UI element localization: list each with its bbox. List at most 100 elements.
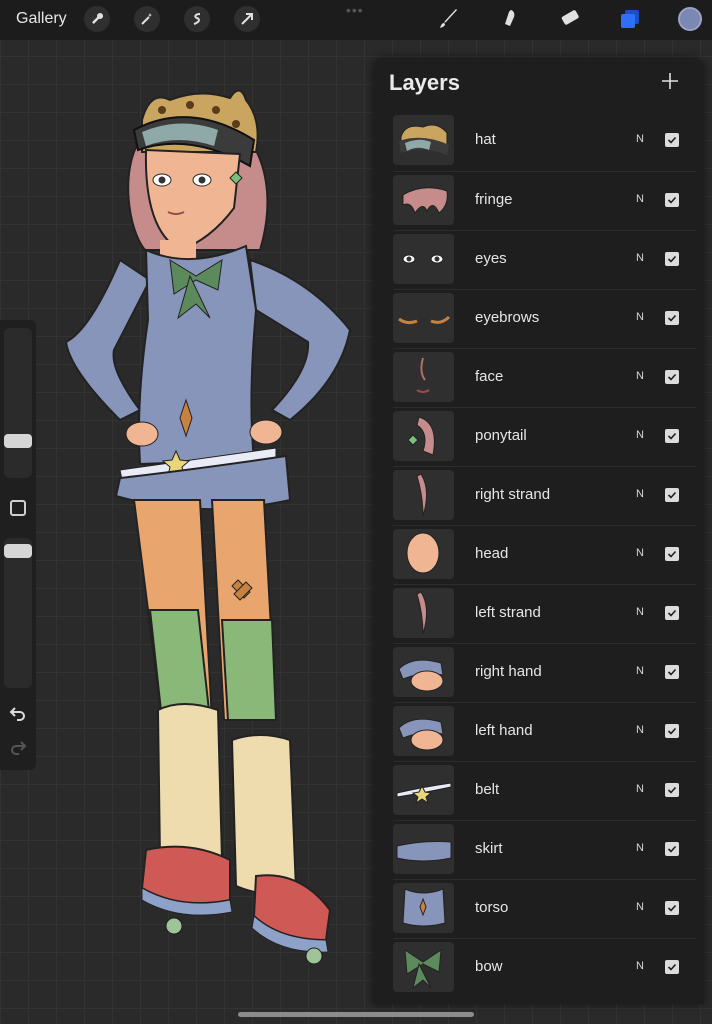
modifier-button[interactable] bbox=[10, 500, 26, 516]
layer-thumbnail[interactable] bbox=[393, 234, 454, 284]
layers-icon[interactable] bbox=[617, 6, 643, 32]
layer-thumbnail[interactable] bbox=[393, 942, 454, 992]
layer-thumbnail[interactable] bbox=[393, 175, 454, 225]
visibility-checkbox[interactable] bbox=[665, 960, 679, 974]
layer-name: left hand bbox=[475, 722, 533, 739]
layer-thumbnail[interactable] bbox=[393, 647, 454, 697]
check-icon bbox=[667, 609, 677, 617]
blend-mode-button[interactable]: N bbox=[636, 193, 644, 205]
layers-panel: Layers hat N fringe Neyes N eyebrows Nface Npon… bbox=[373, 58, 704, 1004]
opacity-slider[interactable] bbox=[4, 538, 32, 688]
layer-row[interactable]: belt N bbox=[393, 761, 696, 820]
layer-row[interactable]: eyes N bbox=[393, 230, 696, 289]
check-icon bbox=[667, 845, 677, 853]
visibility-checkbox[interactable] bbox=[665, 488, 679, 502]
brush-size-handle[interactable] bbox=[4, 434, 32, 448]
check-icon bbox=[667, 550, 677, 558]
blend-mode-button[interactable]: N bbox=[636, 311, 644, 323]
blend-mode-button[interactable]: N bbox=[636, 724, 644, 736]
layer-name: head bbox=[475, 545, 509, 562]
layer-row[interactable]: right hand N bbox=[393, 643, 696, 702]
visibility-checkbox[interactable] bbox=[665, 311, 679, 325]
opacity-handle[interactable] bbox=[4, 544, 32, 558]
magic-wand-icon[interactable] bbox=[134, 6, 160, 32]
visibility-checkbox[interactable] bbox=[665, 783, 679, 797]
smudge-icon[interactable] bbox=[496, 6, 522, 32]
layer-row[interactable]: eyebrows N bbox=[393, 289, 696, 348]
layer-thumbnail[interactable] bbox=[393, 352, 454, 402]
blend-mode-button[interactable]: N bbox=[636, 901, 644, 913]
gallery-button[interactable]: Gallery bbox=[16, 10, 67, 28]
check-icon bbox=[667, 432, 677, 440]
layer-thumbnail[interactable] bbox=[393, 529, 454, 579]
transform-arrow-icon[interactable] bbox=[234, 6, 260, 32]
layer-thumbnail[interactable] bbox=[393, 824, 454, 874]
layer-row[interactable]: ponytail N bbox=[393, 407, 696, 466]
visibility-checkbox[interactable] bbox=[665, 547, 679, 561]
undo-icon[interactable] bbox=[9, 704, 27, 722]
layer-row[interactable]: right strand N bbox=[393, 466, 696, 525]
eraser-icon[interactable] bbox=[556, 6, 582, 32]
check-icon bbox=[667, 314, 677, 322]
layer-row[interactable]: hat N bbox=[393, 112, 696, 171]
top-toolbar: Gallery ••• bbox=[0, 0, 712, 40]
more-dots-icon[interactable]: ••• bbox=[346, 2, 364, 18]
blend-mode-button[interactable]: N bbox=[636, 133, 644, 145]
visibility-checkbox[interactable] bbox=[665, 133, 679, 147]
visibility-checkbox[interactable] bbox=[665, 665, 679, 679]
brush-icon[interactable] bbox=[436, 6, 462, 32]
layer-row[interactable]: left strand N bbox=[393, 584, 696, 643]
layer-thumbnail[interactable] bbox=[393, 411, 454, 461]
layer-row[interactable]: head N bbox=[393, 525, 696, 584]
visibility-checkbox[interactable] bbox=[665, 429, 679, 443]
layer-name: eyebrows bbox=[475, 309, 540, 326]
blend-mode-button[interactable]: N bbox=[636, 547, 644, 559]
layer-row[interactable]: bow N bbox=[393, 938, 696, 997]
visibility-checkbox[interactable] bbox=[665, 193, 679, 207]
layer-row[interactable]: skirt N bbox=[393, 820, 696, 879]
check-icon bbox=[667, 196, 677, 204]
layer-row[interactable]: face N bbox=[393, 348, 696, 407]
visibility-checkbox[interactable] bbox=[665, 252, 679, 266]
layer-row[interactable]: torso N bbox=[393, 879, 696, 938]
blend-mode-button[interactable]: N bbox=[636, 606, 644, 618]
layer-name: fringe bbox=[475, 191, 513, 208]
layer-row[interactable]: left hand N bbox=[393, 702, 696, 761]
blend-mode-button[interactable]: N bbox=[636, 488, 644, 500]
layer-name: skirt bbox=[475, 840, 503, 857]
wrench-icon[interactable] bbox=[84, 6, 110, 32]
layer-name: bow bbox=[475, 958, 503, 975]
color-picker-button[interactable] bbox=[678, 7, 702, 31]
layer-thumbnail[interactable] bbox=[393, 470, 454, 520]
check-icon bbox=[667, 491, 677, 499]
redo-icon[interactable] bbox=[9, 738, 27, 756]
layer-thumbnail[interactable] bbox=[393, 115, 454, 165]
layer-thumbnail[interactable] bbox=[393, 706, 454, 756]
layer-thumbnail[interactable] bbox=[393, 765, 454, 815]
blend-mode-button[interactable]: N bbox=[636, 370, 644, 382]
canvas-artwork[interactable] bbox=[50, 80, 370, 980]
blend-mode-button[interactable]: N bbox=[636, 842, 644, 854]
home-indicator[interactable] bbox=[238, 1012, 474, 1017]
selection-icon[interactable] bbox=[184, 6, 210, 32]
layer-thumbnail[interactable] bbox=[393, 883, 454, 933]
layers-title: Layers bbox=[389, 70, 460, 95]
check-icon bbox=[667, 668, 677, 676]
blend-mode-button[interactable]: N bbox=[636, 665, 644, 677]
visibility-checkbox[interactable] bbox=[665, 901, 679, 915]
plus-icon[interactable] bbox=[661, 72, 679, 90]
visibility-checkbox[interactable] bbox=[665, 606, 679, 620]
brush-size-slider[interactable] bbox=[4, 328, 32, 478]
layer-list: hat Nfringe Neyes Neyebrows Nface Nponytail Nr… bbox=[393, 112, 696, 997]
visibility-checkbox[interactable] bbox=[665, 724, 679, 738]
blend-mode-button[interactable]: N bbox=[636, 252, 644, 264]
blend-mode-button[interactable]: N bbox=[636, 783, 644, 795]
blend-mode-button[interactable]: N bbox=[636, 429, 644, 441]
visibility-checkbox[interactable] bbox=[665, 842, 679, 856]
layer-row[interactable]: fringe N bbox=[393, 171, 696, 230]
blend-mode-button[interactable]: N bbox=[636, 960, 644, 972]
visibility-checkbox[interactable] bbox=[665, 370, 679, 384]
layer-thumbnail[interactable] bbox=[393, 588, 454, 638]
layer-thumbnail[interactable] bbox=[393, 293, 454, 343]
layer-name: torso bbox=[475, 899, 509, 916]
